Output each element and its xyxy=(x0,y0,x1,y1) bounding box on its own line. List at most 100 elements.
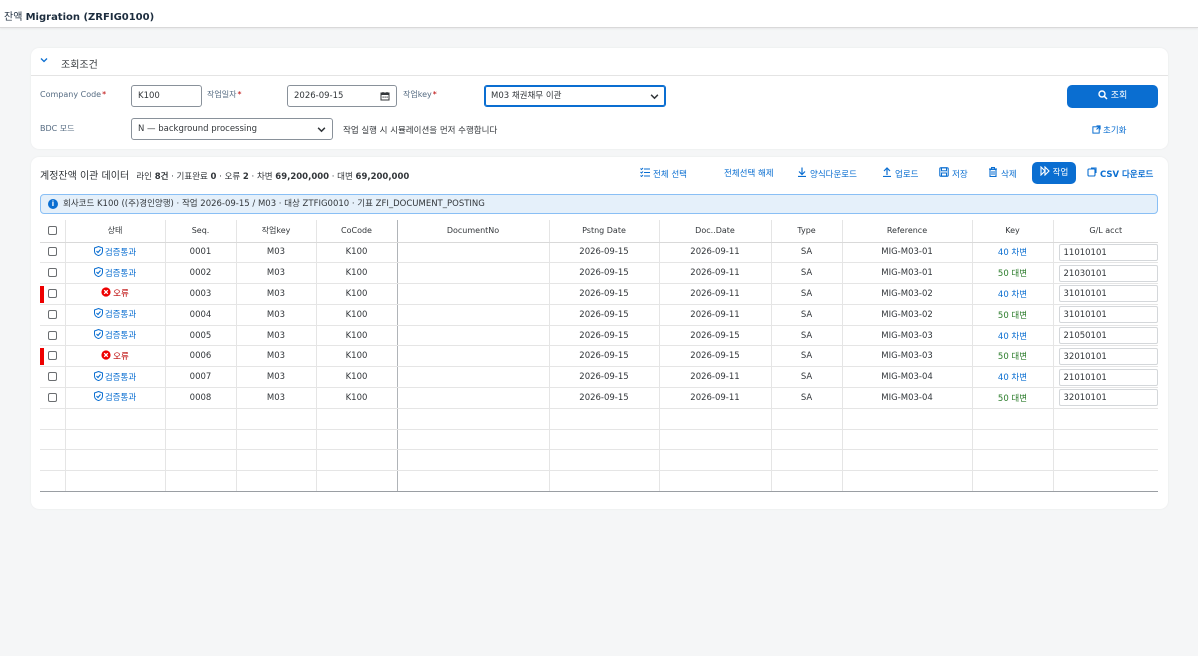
table-row[interactable]: 검증통과 0005 M03 K100 2026-09-15 2026-09-15 SA MIG… xyxy=(40,325,1158,347)
empty-table-row xyxy=(40,449,1158,472)
gl-account-input[interactable]: 21050101 xyxy=(1058,327,1158,345)
bdc-mode-select[interactable]: N — background processing xyxy=(131,118,333,140)
gl-account-cell[interactable]: 11010101 xyxy=(1053,242,1158,264)
empty-cell xyxy=(316,449,398,472)
select-all-button[interactable]: 전체 선택 xyxy=(640,167,687,180)
gl-account-input[interactable]: 32010101 xyxy=(1058,389,1158,407)
column-header-reference[interactable]: Reference xyxy=(842,220,973,243)
gl-account-cell[interactable]: 31010101 xyxy=(1053,304,1158,326)
row-select-cell[interactable] xyxy=(40,304,66,326)
column-header-doc-date[interactable]: Doc..Date xyxy=(659,220,772,243)
gl-account-input[interactable]: 11010101 xyxy=(1058,243,1158,261)
chevron-down-icon[interactable] xyxy=(650,86,659,109)
status-badge: 오류 xyxy=(101,350,129,362)
date-picker[interactable]: 2026-09-15 xyxy=(287,85,397,107)
gl-account-input[interactable]: 32010101 xyxy=(1058,347,1158,365)
table-row[interactable]: 검증통과 0002 M03 K100 2026-09-15 2026-09-11 SA MIG… xyxy=(40,262,1158,285)
row-select-cell[interactable] xyxy=(40,387,66,409)
row-select-cell[interactable] xyxy=(40,262,66,285)
row-checkbox[interactable] xyxy=(47,372,57,382)
table-row[interactable]: 검증통과 0008 M03 K100 2026-09-15 2026-09-11 SA MIG… xyxy=(40,387,1158,409)
table-row[interactable]: 검증통과 0007 M03 K100 2026-09-15 2026-09-11 SA MIG… xyxy=(40,366,1158,389)
row-select-cell[interactable] xyxy=(40,325,66,347)
table-row[interactable]: 검증통과 0004 M03 K100 2026-09-15 2026-09-11 SA MIG… xyxy=(40,304,1158,326)
simulation-hint: 작업 실행 시 시뮬레이션을 먼저 수행합니다 xyxy=(343,126,498,136)
work-key-select[interactable]: M03 채권채무 이관 xyxy=(484,85,666,107)
empty-cell xyxy=(842,470,973,493)
posting-key-badge: 40 차변 xyxy=(997,289,1028,300)
empty-cell xyxy=(842,429,973,451)
chevron-down-icon[interactable] xyxy=(317,119,326,142)
column-header-posting-key[interactable]: Key xyxy=(972,220,1054,243)
gl-account-cell[interactable]: 32010101 xyxy=(1053,387,1158,409)
error-icon xyxy=(101,287,111,300)
chevron-down-icon[interactable] xyxy=(40,56,48,67)
csv-download-label: CSV 다운로드 xyxy=(1100,170,1154,180)
template-download-label: 양식다운로드 xyxy=(810,170,857,180)
row-checkbox[interactable] xyxy=(47,330,57,340)
reference-cell: MIG-M03-03 xyxy=(842,345,973,368)
delete-button[interactable]: 삭제 xyxy=(988,167,1017,180)
select-all-checkbox[interactable] xyxy=(47,226,57,236)
gl-account-cell[interactable]: 21030101 xyxy=(1053,262,1158,285)
empty-cell xyxy=(397,408,550,430)
gl-account-input[interactable]: 21030101 xyxy=(1058,264,1158,282)
gl-account-input[interactable]: 31010101 xyxy=(1058,285,1158,303)
csv-download-button[interactable]: CSV 다운로드 xyxy=(1087,167,1153,180)
column-header-work-key[interactable]: 작업key xyxy=(236,220,317,243)
gl-account-input[interactable]: 31010101 xyxy=(1058,306,1158,324)
empty-cell xyxy=(659,429,772,451)
gl-account-cell[interactable]: 21050101 xyxy=(1053,325,1158,347)
document-no-cell xyxy=(397,325,550,347)
search-icon xyxy=(1098,90,1108,100)
cocode-cell: K100 xyxy=(316,283,398,305)
reference-cell: MIG-M03-04 xyxy=(842,387,973,409)
select-all-checkbox-cell[interactable] xyxy=(40,220,66,243)
row-select-cell[interactable] xyxy=(40,345,66,368)
reference-cell: MIG-M03-02 xyxy=(842,283,973,305)
row-select-cell[interactable] xyxy=(40,242,66,264)
row-checkbox[interactable] xyxy=(47,268,57,278)
gl-account-cell[interactable]: 31010101 xyxy=(1053,283,1158,305)
column-header-gl-account[interactable]: G/L acct xyxy=(1053,220,1158,243)
status-cell: 오류 xyxy=(65,345,166,368)
row-checkbox[interactable] xyxy=(47,288,57,298)
column-header-posting-date[interactable]: Pstng Date xyxy=(549,220,660,243)
filter-title: 조회조건 xyxy=(61,60,98,71)
table-row[interactable]: 오류 0003 M03 K100 2026-09-15 2026-09-11 SA MIG-M… xyxy=(40,283,1158,305)
gl-account-input[interactable]: 21010101 xyxy=(1058,368,1158,386)
company-code-input[interactable]: K100 xyxy=(131,85,202,107)
column-header-cocode[interactable]: CoCode xyxy=(316,220,398,243)
template-download-button[interactable]: 양식다운로드 xyxy=(797,167,857,180)
row-checkbox[interactable] xyxy=(47,309,57,319)
table-row[interactable]: 검증통과 0001 M03 K100 2026-09-15 2026-09-11 SA MIG… xyxy=(40,242,1158,264)
posting-key-badge: 50 대변 xyxy=(997,269,1028,280)
empty-cell xyxy=(40,449,66,472)
row-checkbox[interactable] xyxy=(47,247,57,257)
filter-header[interactable]: 조회조건 xyxy=(31,48,1168,76)
gl-account-cell[interactable]: 32010101 xyxy=(1053,345,1158,368)
row-checkbox[interactable] xyxy=(47,351,57,361)
upload-button[interactable]: 업로드 xyxy=(882,167,918,180)
row-select-cell[interactable] xyxy=(40,283,66,305)
save-button[interactable]: 저장 xyxy=(939,167,968,180)
gl-account-cell[interactable]: 21010101 xyxy=(1053,366,1158,389)
upload-icon xyxy=(882,167,892,180)
row-select-cell[interactable] xyxy=(40,366,66,389)
column-header-status[interactable]: 상태 xyxy=(65,220,166,243)
table-row[interactable]: 오류 0006 M03 K100 2026-09-15 2026-09-15 SA MIG-M… xyxy=(40,345,1158,368)
run-button[interactable]: 작업 xyxy=(1032,162,1076,184)
column-header-type[interactable]: Type xyxy=(771,220,843,243)
column-header-seq[interactable]: Seq. xyxy=(165,220,237,243)
search-button[interactable]: 조회 xyxy=(1067,85,1158,108)
deselect-all-button[interactable]: 전체선택 해제 xyxy=(724,167,774,179)
empty-table-row xyxy=(40,429,1158,451)
status-cell: 검증통과 xyxy=(65,325,166,347)
delete-label: 삭제 xyxy=(1001,170,1017,180)
row-checkbox[interactable] xyxy=(47,392,57,402)
date-value: 2026-09-15 xyxy=(294,91,344,101)
reset-button[interactable]: 초기화 xyxy=(1092,124,1126,136)
posting-date-cell: 2026-09-15 xyxy=(549,304,660,326)
calendar-icon[interactable] xyxy=(380,86,390,109)
column-header-document-no[interactable]: DocumentNo xyxy=(397,220,550,243)
